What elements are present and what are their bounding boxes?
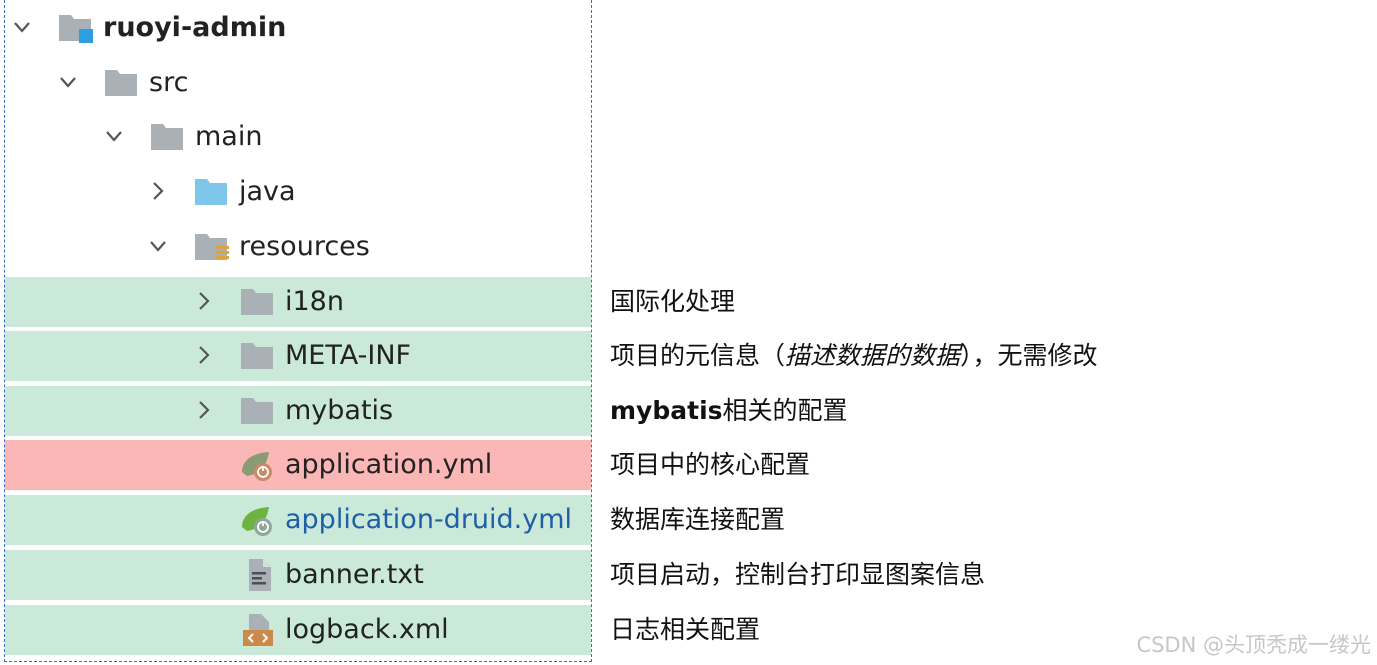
tree-item-label: application.yml	[285, 449, 493, 480]
tree-item-logback-xml[interactable]: logback.xml	[5, 605, 591, 655]
note-text: 相关的配置	[722, 396, 848, 425]
tree-item-i18n[interactable]: i18n	[5, 277, 591, 327]
source-folder-icon	[195, 179, 227, 205]
tree-item-ruoyi-admin[interactable]: ruoyi-admin	[5, 3, 591, 53]
xml-file-icon	[243, 614, 273, 646]
chevron-down-icon[interactable]	[13, 16, 31, 38]
note-i18n: 国际化处理	[610, 287, 736, 316]
chevron-down-icon[interactable]	[105, 125, 123, 147]
note-text-bold: mybatis	[610, 396, 723, 425]
folder-icon	[241, 398, 273, 424]
tree-item-label: java	[239, 176, 296, 207]
tree-item-java[interactable]: java	[5, 167, 591, 217]
tree-item-main[interactable]: main	[5, 112, 591, 162]
tree-item-label: banner.txt	[285, 559, 424, 590]
chevron-down-icon[interactable]	[149, 235, 167, 257]
chevron-right-icon[interactable]	[149, 180, 167, 202]
spring-yml-icon	[242, 452, 272, 481]
chevron-down-icon[interactable]	[59, 71, 77, 93]
note-text-italic: 描述数据的数据	[785, 341, 961, 370]
project-tree: ruoyi-admin src main java resources i18n…	[4, 0, 592, 662]
tree-item-label: META-INF	[285, 340, 412, 371]
note-meta-inf: 项目的元信息（描述数据的数据），无需修改	[610, 339, 1098, 373]
note-text: ），无需修改	[960, 341, 1098, 370]
chevron-right-icon[interactable]	[195, 344, 213, 366]
tree-item-label: application-druid.yml	[285, 504, 573, 535]
module-folder-icon	[59, 15, 93, 43]
tree-item-application-yml[interactable]: application.yml	[5, 440, 591, 490]
tree-item-label: logback.xml	[285, 614, 449, 645]
folder-icon	[241, 343, 273, 369]
watermark: CSDN @头顶秃成一缕光	[1136, 633, 1371, 657]
folder-icon	[151, 124, 183, 150]
tree-item-application-druid-yml[interactable]: application-druid.yml	[5, 495, 591, 545]
chevron-right-icon[interactable]	[195, 399, 213, 421]
tree-item-label: src	[149, 67, 189, 98]
tree-item-src[interactable]: src	[5, 58, 591, 108]
resources-folder-icon	[195, 234, 229, 260]
tree-item-label: mybatis	[285, 395, 394, 426]
folder-icon	[105, 70, 137, 96]
tree-item-label: i18n	[285, 286, 344, 317]
folder-icon	[241, 289, 273, 315]
note-mybatis: mybatis相关的配置	[610, 394, 848, 428]
note-text: 项目的元信息（	[610, 341, 786, 370]
tree-item-mybatis[interactable]: mybatis	[5, 386, 591, 436]
tree-item-label: resources	[239, 231, 370, 262]
chevron-right-icon[interactable]	[195, 290, 213, 312]
tree-item-banner-txt[interactable]: banner.txt	[5, 550, 591, 600]
tree-item-label: ruoyi-admin	[103, 12, 287, 43]
spring-yml-icon	[242, 507, 272, 536]
note-application: 项目中的核心配置	[610, 450, 811, 479]
tree-item-meta-inf[interactable]: META-INF	[5, 331, 591, 381]
text-file-icon	[249, 559, 271, 591]
note-banner: 项目启动，控制台打印显图案信息	[610, 560, 986, 589]
note-druid: 数据库连接配置	[610, 505, 786, 534]
tree-item-resources[interactable]: resources	[5, 222, 591, 272]
tree-item-label: main	[195, 121, 263, 152]
note-logback: 日志相关配置	[610, 615, 761, 644]
